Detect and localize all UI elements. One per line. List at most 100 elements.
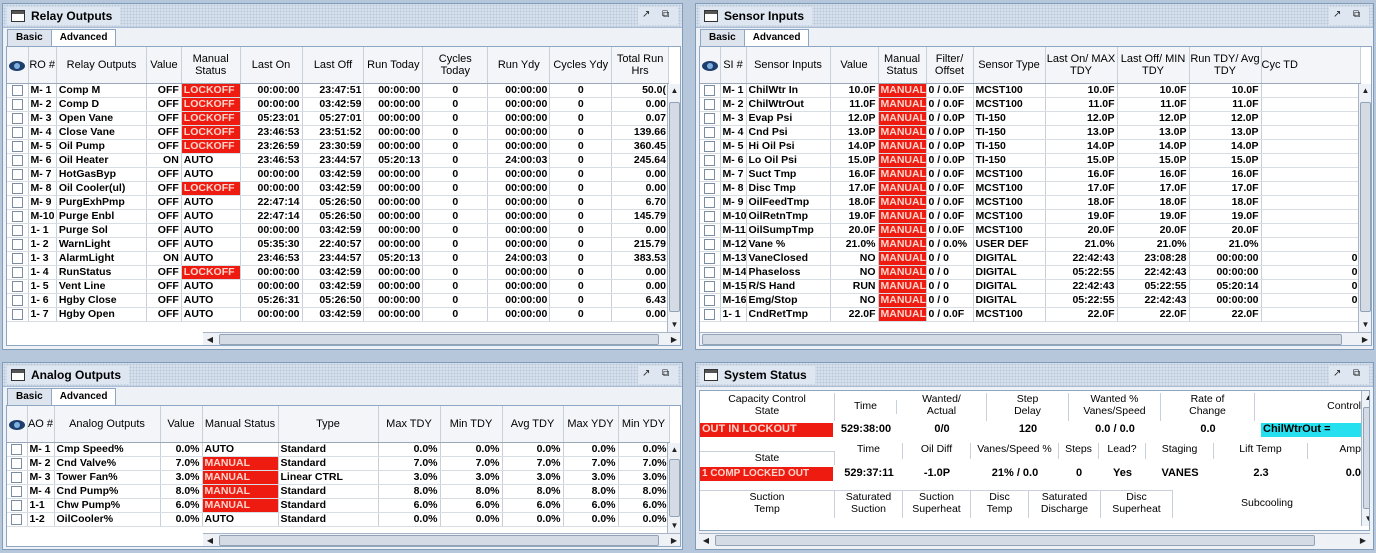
table-row[interactable]: 1- 4 RunStatus OFF LOCKOFF 00:00:00 03:42:59 0… [7,265,669,280]
checkbox[interactable] [11,308,23,320]
row-checkbox[interactable] [7,512,28,527]
checkbox[interactable] [11,182,23,194]
table-row[interactable]: M- 4 Cnd Pump% 8.0% MANUAL Standard 8.0% 8.0% 8… [7,484,670,499]
table-row[interactable]: M- 3 Evap Psi 12.0P MANUAL 0 / 0.0P TI-150 12.… [700,111,1361,126]
scroll-up-arrow-icon[interactable]: ▲ [1362,391,1369,405]
maximize-icon[interactable]: ⧉ [662,369,674,381]
cell-manual-status[interactable]: MANUAL [878,237,927,252]
tab-advanced[interactable]: Advanced [50,29,117,46]
table-row[interactable]: M- 2 Cnd Valve% 7.0% MANUAL Standard 7.0% 7.0%… [7,456,670,471]
cell-manual-status[interactable]: AUTO [181,209,241,224]
tab-advanced[interactable]: Advanced [743,29,810,46]
title-bar[interactable]: Analog Outputs ↗ ⧉ [3,363,682,387]
visibility-eye-icon[interactable] [7,47,29,84]
col-header[interactable]: Value [146,47,182,84]
row-checkbox[interactable] [7,181,29,196]
scroll-thumb[interactable] [669,102,680,312]
table-row[interactable]: M- 8 Oil Cooler(ul) OFF LOCKOFF 00:00:00 03:4… [7,181,669,196]
scroll-thumb[interactable] [669,459,680,517]
table-row[interactable]: M-14 Phaseloss NO MANUAL 0 / 0 DIGITAL 05:22:5… [700,265,1361,280]
table-row[interactable]: M- 9 PurgExhPmp OFF AUTO 22:47:14 05:26:50 00:… [7,195,669,210]
table-row[interactable]: 1- 3 AlarmLight ON AUTO 23:46:53 23:44:57 05:2… [7,251,669,266]
checkbox[interactable] [11,266,23,278]
tab-advanced[interactable]: Advanced [50,388,117,405]
scroll-down-arrow-icon[interactable]: ▼ [1362,512,1369,526]
checkbox[interactable] [11,457,23,469]
maximize-icon[interactable]: ⧉ [662,10,674,22]
row-checkbox[interactable] [7,456,28,471]
row-checkbox[interactable] [7,83,29,98]
checkbox[interactable] [704,196,716,208]
checkbox[interactable] [11,513,23,525]
table-row[interactable]: M- 9 OilFeedTmp 18.0F MANUAL 0 / 0.0F MCST100… [700,195,1361,210]
scroll-thumb[interactable] [702,334,1342,345]
table-row[interactable]: 1- 1 CndRetTmp 22.0F MANUAL 0 / 0.0F MCST100 2… [700,307,1361,322]
col-header[interactable]: Filter/ Offset [926,47,974,84]
scroll-right-arrow-icon[interactable]: ▶ [1356,534,1370,547]
vertical-scrollbar[interactable]: ▲ ▼ [1358,84,1371,332]
checkbox[interactable] [11,84,23,96]
table-row[interactable]: M-13 VaneClosed NO MANUAL 0 / 0 DIGITAL 22:42:… [700,251,1361,266]
row-checkbox[interactable] [7,209,29,224]
col-header[interactable]: Total Run Hrs [611,47,669,84]
cell-manual-status[interactable]: MANUAL [878,195,927,210]
checkbox[interactable] [704,84,716,96]
row-checkbox[interactable] [700,307,721,322]
row-checkbox[interactable] [700,125,721,140]
checkbox[interactable] [704,168,716,180]
vertical-scrollbar[interactable]: ▲ ▼ [667,84,680,332]
col-header[interactable]: Manual Status [202,406,279,443]
checkbox[interactable] [704,98,716,110]
cell-manual-status[interactable]: AUTO [181,167,241,182]
checkbox[interactable] [11,499,23,511]
scroll-up-arrow-icon[interactable]: ▲ [668,443,680,457]
checkbox[interactable] [704,308,716,320]
col-header[interactable]: SI # [720,47,747,84]
table-row[interactable]: M- 1 ChilWtr In 10.0F MANUAL 0 / 0.0F MCST100… [700,83,1361,98]
cell-manual-status[interactable]: AUTO [181,195,241,210]
cell-manual-status[interactable]: LOCKOFF [181,125,241,140]
table-row[interactable]: M- 1 Comp M OFF LOCKOFF 00:00:00 23:47:51 00:0… [7,83,669,98]
col-header[interactable]: AO # [27,406,55,443]
row-checkbox[interactable] [7,125,29,140]
col-header[interactable]: Last On/ MAX TDY [1045,47,1118,84]
row-checkbox[interactable] [700,237,721,252]
col-header[interactable]: Min YDY [618,406,670,443]
checkbox[interactable] [11,443,23,455]
title-bar[interactable]: Sensor Inputs ↗ ⧉ [696,4,1373,28]
scroll-thumb[interactable] [1363,407,1369,509]
tab-basic[interactable]: Basic [7,29,52,46]
table-row[interactable]: M- 3 Open Vane OFF LOCKOFF 05:23:01 05:27:01 0… [7,111,669,126]
checkbox[interactable] [704,182,716,194]
checkbox[interactable] [704,140,716,152]
scroll-thumb[interactable] [1360,102,1371,312]
row-checkbox[interactable] [7,265,29,280]
table-row[interactable]: M-16 Emg/Stop NO MANUAL 0 / 0 DIGITAL 05:22:55… [700,293,1361,308]
restore-icon[interactable]: ↗ [642,369,654,381]
col-header[interactable]: Max YDY [563,406,619,443]
table-row[interactable]: M- 6 Oil Heater ON AUTO 23:46:53 23:44:57 05:2… [7,153,669,168]
checkbox[interactable] [11,294,23,306]
col-header[interactable]: Sensor Type [973,47,1046,84]
checkbox[interactable] [11,252,23,264]
checkbox[interactable] [704,210,716,222]
table-row[interactable]: M-15 R/S Hand RUN MANUAL 0 / 0 DIGITAL 22:42:4… [700,279,1361,294]
cell-manual-status[interactable]: LOCKOFF [181,83,241,98]
cell-manual-status[interactable]: MANUAL [878,153,927,168]
table-row[interactable]: M- 7 Suct Tmp 16.0F MANUAL 0 / 0.0F MCST100 16… [700,167,1361,182]
cell-manual-status[interactable]: MANUAL [878,83,927,98]
checkbox[interactable] [704,252,716,264]
cell-manual-status[interactable]: LOCKOFF [181,265,241,280]
row-checkbox[interactable] [700,209,721,224]
row-checkbox[interactable] [700,181,721,196]
checkbox[interactable] [11,210,23,222]
scroll-thumb[interactable] [715,535,1315,546]
col-header[interactable]: Relay Outputs [56,47,148,84]
row-checkbox[interactable] [7,470,28,485]
restore-icon[interactable]: ↗ [642,10,654,22]
row-checkbox[interactable] [7,111,29,126]
horizontal-scrollbar[interactable]: ◀ ▶ [203,533,680,546]
col-header[interactable]: Value [830,47,879,84]
checkbox[interactable] [704,154,716,166]
scroll-left-arrow-icon[interactable]: ◀ [203,534,217,546]
